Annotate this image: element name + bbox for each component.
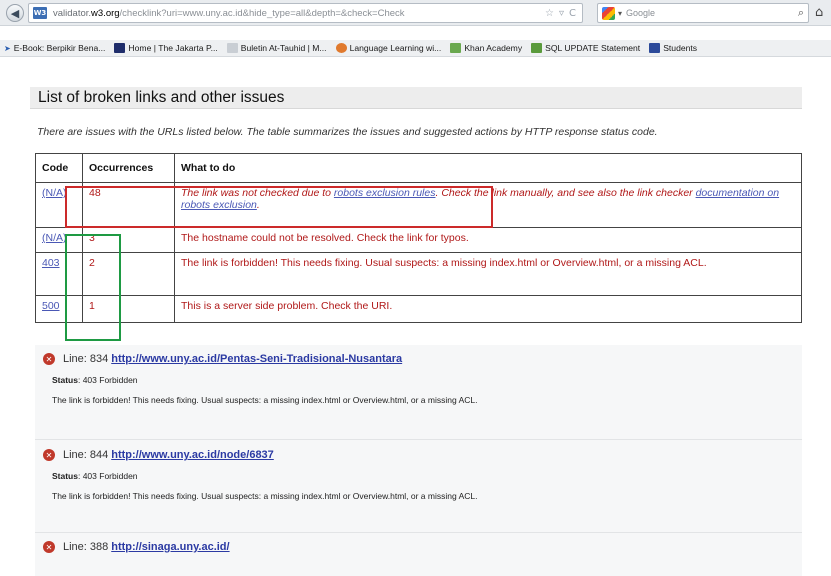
url-path: /checklink?uri=www.uny.ac.id&hide_type=a… (119, 7, 405, 19)
broken-url-link[interactable]: http://www.uny.ac.id/node/6837 (111, 449, 274, 461)
header-occurrences: Occurrences (82, 153, 175, 183)
header-code: Code (35, 153, 83, 183)
bookmark-item[interactable]: SQL UPDATE Statement (531, 43, 640, 53)
line-number: 844 (89, 449, 109, 461)
table-row: 403 2 The link is forbidden! This needs … (35, 252, 802, 296)
page-icon (226, 43, 238, 53)
error-icon: ✕ (43, 541, 55, 553)
table-row: (N/A) 48 The link was not checked due to… (35, 182, 802, 228)
detail-entry: ✕ Line: 388 http://sinaga.uny.ac.id/ (35, 541, 802, 553)
what-to-do-cell: The link was not checked due to robots e… (174, 182, 802, 228)
code-cell: (N/A) (35, 182, 83, 228)
what-text: The link was not checked due to (181, 187, 334, 199)
error-icon: ✕ (43, 353, 55, 365)
occurrences-cell: 3 (82, 227, 175, 253)
bookmark-item[interactable]: Khan Academy (450, 43, 522, 53)
bookmark-label: Language Learning wi... (349, 43, 442, 53)
detail-entry: ✕ Line: 834 http://www.uny.ac.id/Pentas-… (35, 353, 802, 405)
bookmark-label: Home | The Jakarta P... (128, 43, 218, 53)
home-icon[interactable]: ⌂ (815, 5, 823, 20)
url-prefix: validator. (53, 7, 92, 19)
detail-status: Status: 403 Forbidden (52, 375, 802, 385)
code-link[interactable]: (N/A) (42, 187, 67, 199)
occurrences-cell: 1 (82, 295, 175, 323)
error-icon: ✕ (43, 449, 55, 461)
bookmark-item[interactable]: E-Book: Berpikir Bena... (14, 43, 106, 53)
line-label: Line: (63, 353, 87, 365)
code-link[interactable]: 500 (42, 300, 60, 312)
language-learning-icon (335, 43, 347, 53)
bookmark-label: Khan Academy (464, 43, 523, 53)
what-text: . Check the link manually, and see also … (435, 187, 696, 199)
broken-url-link[interactable]: http://www.uny.ac.id/Pentas-Seni-Tradisi… (111, 353, 402, 365)
what-to-do-cell: This is a server side problem. Check the… (174, 295, 802, 323)
table-row: (N/A) 3 The hostname could not be resolv… (35, 227, 802, 253)
status-value: : 403 Forbidden (77, 471, 138, 481)
bookmark-item[interactable]: Language Learning wi... (335, 43, 442, 53)
divider (35, 532, 802, 533)
back-button[interactable]: ◀ (6, 4, 24, 22)
code-cell: 403 (35, 252, 83, 296)
w3schools-icon (531, 43, 543, 53)
bookmark-label: E-Book: Berpikir Bena... (13, 43, 106, 53)
search-engine-icon[interactable] (602, 6, 615, 20)
browser-toolbar: ◀ W3 validator. w3.org/checklink?uri=www.… (0, 0, 831, 26)
line-label: Line: (63, 449, 87, 461)
bookmark-arrow-icon: ➤ (4, 43, 11, 53)
robots-exclusion-rules-link[interactable]: robots exclusion rules (334, 187, 436, 199)
bookmark-item[interactable]: Home | The Jakarta P... (114, 43, 218, 53)
table-header-row: Code Occurrences What to do (35, 153, 802, 183)
code-link[interactable]: 403 (42, 257, 60, 269)
detail-heading: ✕ Line: 834 http://www.uny.ac.id/Pentas-… (43, 353, 802, 365)
broken-url-link[interactable]: http://sinaga.uny.ac.id/ (111, 541, 229, 553)
detail-message: The link is forbidden! This needs fixing… (52, 395, 478, 405)
url-host: w3.org (91, 7, 120, 19)
address-bar[interactable]: W3 validator. w3.org/checklink?uri=www.un… (28, 3, 583, 23)
detail-status: Status: 403 Forbidden (52, 471, 802, 481)
header-what-to-do: What to do (174, 153, 802, 183)
intro-text: There are issues with the URLs listed be… (37, 126, 658, 138)
detail-entry: ✕ Line: 844 http://www.uny.ac.id/node/68… (35, 449, 802, 501)
detail-heading: ✕ Line: 388 http://sinaga.uny.ac.id/ (43, 541, 802, 553)
bookmark-item[interactable]: Students (649, 43, 697, 53)
reload-icon[interactable]: C (569, 8, 576, 19)
search-magnifier-icon[interactable]: ⌕ (798, 6, 804, 20)
detail-message: The link is forbidden! This needs fixing… (52, 491, 478, 501)
issues-summary-table: Code Occurrences What to do (N/A) 48 The… (35, 153, 802, 323)
what-text: . (256, 199, 260, 211)
occurrences-cell: 2 (82, 252, 175, 296)
broken-links-details: ✕ Line: 834 http://www.uny.ac.id/Pentas-… (35, 345, 802, 576)
status-label: Status (52, 375, 78, 385)
occurrences-cell: 48 (82, 182, 175, 228)
bookmark-item[interactable]: Buletin At-Tauhid | M... (226, 43, 327, 53)
url-tools: ☆ ▿ C (545, 4, 576, 22)
jakarta-post-icon (114, 43, 126, 53)
table-row: 500 1 This is a server side problem. Che… (35, 295, 802, 323)
search-engine-dropdown-icon[interactable]: ▾ (618, 9, 622, 18)
what-to-do-cell: The hostname could not be resolved. Chec… (174, 227, 802, 253)
bookmark-label: Buletin At-Tauhid | M... (240, 43, 327, 53)
section-heading: List of broken links and other issues (30, 87, 802, 109)
code-cell: (N/A) (35, 227, 83, 253)
code-cell: 500 (35, 295, 83, 323)
site-identity-icon[interactable]: W3 (33, 7, 47, 19)
line-label: Line: (63, 541, 87, 553)
what-to-do-cell: The link is forbidden! This needs fixing… (174, 252, 802, 296)
dropdown-arrow-icon[interactable]: ▿ (559, 8, 564, 19)
bookmark-label: SQL UPDATE Statement (545, 43, 641, 53)
students-icon (649, 43, 661, 53)
bookmark-star-icon[interactable]: ☆ (545, 8, 554, 19)
status-label: Status (52, 471, 78, 481)
divider (35, 439, 802, 440)
bookmarks-toolbar: ➤ E-Book: Berpikir Bena... Home | The Ja… (0, 40, 831, 57)
code-link[interactable]: (N/A) (42, 232, 67, 244)
line-number: 388 (89, 541, 109, 553)
line-number: 834 (89, 353, 109, 365)
bookmark-label: Students (663, 43, 698, 53)
detail-heading: ✕ Line: 844 http://www.uny.ac.id/node/68… (43, 449, 802, 461)
search-bar[interactable]: ▾ Google ⌕ (597, 3, 809, 23)
status-value: : 403 Forbidden (77, 375, 138, 385)
khan-academy-icon (450, 43, 462, 53)
search-placeholder: Google (626, 8, 656, 18)
